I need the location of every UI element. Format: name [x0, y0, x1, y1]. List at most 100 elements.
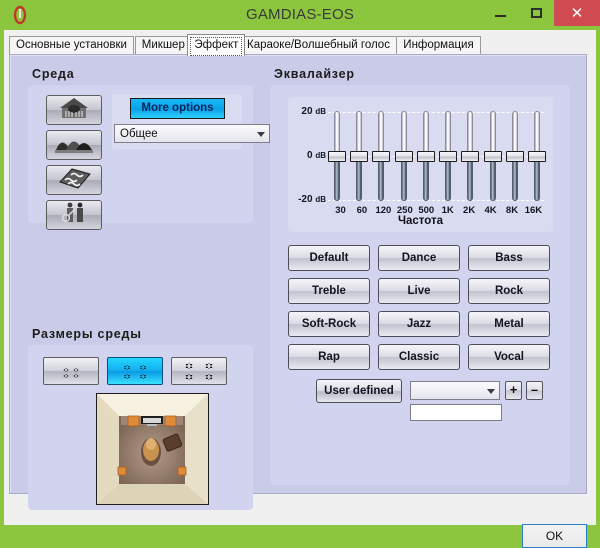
more-options-button[interactable]: More options: [130, 98, 225, 119]
client-area: Основные установки МикшерЭффект Караоке/Во…: [4, 30, 596, 525]
slider-thumb[interactable]: [528, 151, 546, 162]
application-window: GAMDIAS-EOS ✕ Основные установки МикшерЭф…: [0, 0, 600, 529]
slider-track-lower: [467, 157, 473, 201]
effect-page: Среда: [9, 54, 587, 494]
equalizer-graph: 20 dB 0 dB -20 dB 30601202505001K2K4K8K1…: [288, 97, 553, 232]
slider-track-lower: [512, 157, 518, 201]
slider-thumb[interactable]: [506, 151, 524, 162]
y-axis-tick-20db: 20 dB: [290, 106, 326, 117]
eq-slider-8K[interactable]: [508, 111, 522, 201]
slider-thumb[interactable]: [461, 151, 479, 162]
tab-label: Караоке/Волшебный голос: [247, 39, 390, 51]
stone-corridor-icon: [56, 166, 92, 195]
user-preset-value: [416, 382, 481, 399]
slider-thumb[interactable]: [439, 151, 457, 162]
room-preview-image: [96, 393, 209, 505]
y-axis-tick-neg20db: -20 dB: [288, 194, 326, 205]
slider-thumb[interactable]: [417, 151, 435, 162]
preset-button-live[interactable]: Live: [378, 278, 460, 304]
arena-icon-button[interactable]: [46, 130, 102, 160]
room-size-medium-button[interactable]: [107, 357, 163, 385]
room-size-large-button[interactable]: [171, 357, 227, 385]
eq-slider-30[interactable]: [330, 111, 344, 201]
preset-button-dance[interactable]: Dance: [378, 245, 460, 271]
environment-icon-list: [46, 95, 102, 235]
minimize-icon: [495, 15, 506, 17]
slider-track-lower: [356, 157, 362, 201]
maximize-button[interactable]: [518, 0, 554, 26]
eq-slider-16K[interactable]: [530, 111, 544, 201]
size-small-icon: [44, 358, 100, 386]
window-controls: ✕: [482, 0, 600, 30]
environment-panel: More options Общее: [28, 85, 253, 223]
maximize-icon: [531, 8, 542, 18]
user-preset-combo[interactable]: [410, 381, 500, 400]
arena-icon: [54, 132, 94, 159]
add-preset-button[interactable]: +: [505, 381, 522, 400]
slider-track-lower: [378, 157, 384, 201]
tab-0[interactable]: Основные установки: [9, 36, 134, 55]
preset-button-rock[interactable]: Rock: [468, 278, 550, 304]
eq-slider-1K[interactable]: [441, 111, 455, 201]
equalizer-panel: 20 dB 0 dB -20 dB 30601202505001K2K4K8K1…: [270, 85, 570, 485]
room-size-small-button[interactable]: [43, 357, 99, 385]
slider-thumb[interactable]: [372, 151, 390, 162]
cave-icon: [57, 96, 91, 125]
tab-label: Эффект: [194, 39, 238, 51]
size-large-icon: [172, 358, 228, 386]
equalizer-slider-group: [330, 111, 544, 201]
close-button[interactable]: ✕: [554, 0, 600, 26]
slider-thumb[interactable]: [350, 151, 368, 162]
tab-4[interactable]: Информация: [396, 36, 480, 55]
eq-slider-2K[interactable]: [463, 111, 477, 201]
chevron-down-icon: [487, 389, 495, 394]
ok-button[interactable]: OK: [522, 524, 587, 548]
user-defined-row: User defined + –: [288, 377, 553, 427]
close-icon: ✕: [571, 6, 584, 21]
user-preset-name-input[interactable]: [410, 404, 502, 421]
tab-1[interactable]: Микшер: [135, 36, 192, 55]
concert-hall-icon-button[interactable]: [46, 200, 102, 230]
tab-strip: Основные установки МикшерЭффект Караоке/Во…: [9, 34, 587, 55]
eq-slider-60[interactable]: [352, 111, 366, 201]
preset-button-metal[interactable]: Metal: [468, 311, 550, 337]
eq-slider-120[interactable]: [374, 111, 388, 201]
tab-label: Основные установки: [16, 39, 127, 51]
stone-corridor-icon-button[interactable]: [46, 165, 102, 195]
frequency-axis-label: Частота: [288, 215, 553, 227]
minimize-button[interactable]: [482, 0, 518, 26]
user-defined-button[interactable]: User defined: [316, 379, 402, 403]
tab-label: Информация: [403, 39, 473, 51]
slider-thumb[interactable]: [328, 151, 346, 162]
preset-button-vocal[interactable]: Vocal: [468, 344, 550, 370]
preset-button-jazz[interactable]: Jazz: [378, 311, 460, 337]
preset-button-rap[interactable]: Rap: [288, 344, 370, 370]
preset-button-treble[interactable]: Treble: [288, 278, 370, 304]
room-size-panel: [28, 345, 253, 510]
preset-button-classic[interactable]: Classic: [378, 344, 460, 370]
cave-icon-button[interactable]: [46, 95, 102, 125]
preset-button-default[interactable]: Default: [288, 245, 370, 271]
size-medium-icon: [108, 358, 164, 386]
eq-slider-250[interactable]: [397, 111, 411, 201]
slider-track-lower: [334, 157, 340, 201]
slider-thumb[interactable]: [484, 151, 502, 162]
tab-2[interactable]: Эффект: [187, 34, 245, 56]
title-bar: GAMDIAS-EOS ✕: [0, 0, 600, 30]
slider-track-lower: [490, 157, 496, 201]
preset-button-soft-rock[interactable]: Soft-Rock: [288, 311, 370, 337]
slider-track-lower: [445, 157, 451, 201]
remove-preset-button[interactable]: –: [526, 381, 543, 400]
eq-slider-500[interactable]: [419, 111, 433, 201]
slider-track-lower: [401, 157, 407, 201]
environment-options-panel: More options Общее: [112, 94, 242, 149]
tab-3[interactable]: Караоке/Волшебный голос: [240, 36, 397, 55]
environment-preset-value: Общее: [120, 125, 251, 142]
room-size-section-title: Размеры среды: [32, 327, 142, 341]
preset-button-bass[interactable]: Bass: [468, 245, 550, 271]
slider-thumb[interactable]: [395, 151, 413, 162]
eq-slider-4K[interactable]: [486, 111, 500, 201]
equalizer-section-title: Эквалайзер: [274, 67, 355, 81]
slider-track-lower: [534, 157, 540, 201]
environment-preset-combo[interactable]: Общее: [114, 124, 270, 143]
